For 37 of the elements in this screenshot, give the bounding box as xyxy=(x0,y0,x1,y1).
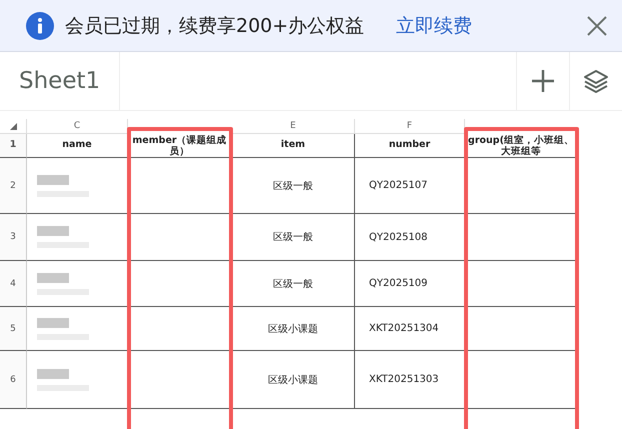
table-cell: XKT20251304 xyxy=(355,307,465,351)
table-cell: QY2025107 xyxy=(355,158,465,214)
close-icon[interactable] xyxy=(586,14,608,36)
column-header: group(组室，小班组、大班组等 xyxy=(465,134,578,158)
blurred-name xyxy=(37,226,69,236)
table-cell: 区级一般 xyxy=(232,261,355,307)
column-header: name xyxy=(27,134,128,158)
column-header: number xyxy=(355,134,465,158)
column-letter[interactable]: C xyxy=(27,119,128,134)
table-cell: XKT20251303 xyxy=(355,351,465,409)
renew-link[interactable]: 立即续费 xyxy=(396,12,472,38)
sheet-tab[interactable]: Sheet1 xyxy=(0,52,120,110)
row-number[interactable]: 6 xyxy=(0,351,27,409)
select-all-icon[interactable] xyxy=(10,122,16,130)
table-cell: 区级小课题 xyxy=(232,307,355,351)
column-header: member（课题组成员） xyxy=(128,134,232,158)
row-number[interactable]: 3 xyxy=(0,214,27,261)
row-number[interactable]: 4 xyxy=(0,261,27,307)
blurred-name xyxy=(37,368,69,378)
blurred-name xyxy=(37,318,69,328)
row-number[interactable]: 5 xyxy=(0,307,27,351)
table-cell: QY2025109 xyxy=(355,261,465,307)
blurred-name xyxy=(37,174,69,184)
table-cell: 区级小课题 xyxy=(232,351,355,409)
blurred-name xyxy=(37,272,69,282)
add-icon[interactable] xyxy=(529,67,557,95)
row-number[interactable]: 2 xyxy=(0,158,27,214)
table-cell: QY2025108 xyxy=(355,214,465,261)
table-cell: 区级一般 xyxy=(232,214,355,261)
table-cell: 区级一般 xyxy=(232,158,355,214)
layers-icon[interactable] xyxy=(582,67,610,95)
column-letter[interactable]: E xyxy=(232,119,355,134)
column-letter[interactable]: F xyxy=(355,119,465,134)
column-header: item xyxy=(232,134,355,158)
row-number[interactable]: 1 xyxy=(0,134,27,158)
info-icon xyxy=(26,12,54,40)
membership-expired-message: 会员已过期，续费享200+办公权益 xyxy=(65,14,364,38)
